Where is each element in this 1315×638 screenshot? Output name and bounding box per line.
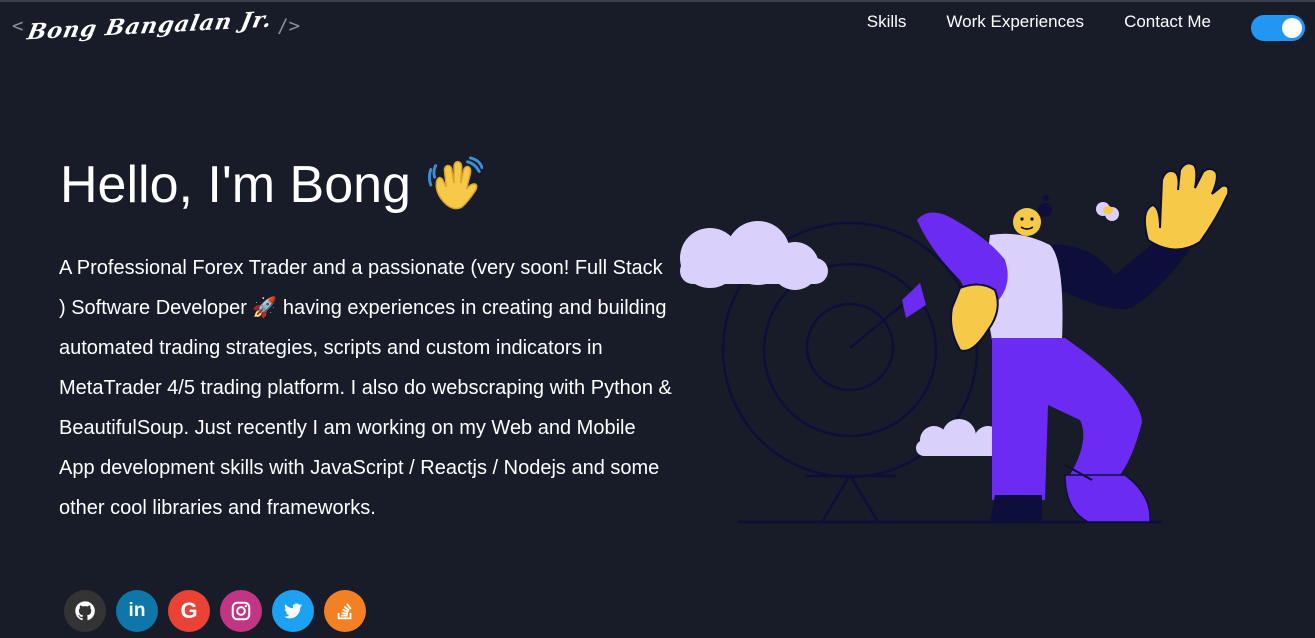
github-icon [75, 601, 95, 621]
dart-icon [849, 283, 926, 349]
twitter-icon [283, 603, 303, 619]
developer-illustration [680, 162, 1230, 524]
hero-bio: A Professional Forex Trader and a passio… [59, 257, 672, 519]
logo-signature: Bong Bangalan Jr. [25, 6, 276, 46]
social-links: in G [64, 590, 366, 632]
twitter-button[interactable] [272, 590, 314, 632]
linkedin-icon: in [128, 600, 146, 621]
logo-close-bracket: /> [277, 15, 301, 37]
theme-toggle[interactable] [1251, 15, 1305, 41]
instagram-icon [231, 601, 251, 621]
github-button[interactable] [64, 590, 106, 632]
site-header: < Bong Bangalan Jr. /> Skills Work Exper… [0, 0, 1315, 50]
nav-skills[interactable]: Skills [867, 12, 907, 32]
toggle-knob [1282, 18, 1302, 38]
waving-hand-icon [427, 156, 483, 210]
instagram-button[interactable] [220, 590, 262, 632]
logo-open-bracket: < [12, 15, 24, 37]
portfolio-page: < Bong Bangalan Jr. /> Skills Work Exper… [0, 0, 1315, 638]
character-figure [917, 162, 1230, 523]
logo-link[interactable]: < Bong Bangalan Jr. /> [12, 6, 301, 46]
nav-contact-me[interactable]: Contact Me [1124, 12, 1211, 32]
small-cloud-icon [916, 419, 1004, 456]
linkedin-button[interactable]: in [116, 590, 158, 632]
main-nav: Skills Work Experiences Contact Me [867, 12, 1211, 32]
stack-overflow-icon [337, 603, 352, 620]
google-button[interactable]: G [168, 590, 210, 632]
stack-overflow-button[interactable] [324, 590, 366, 632]
greeting-text: Hello, I'm Bong [60, 156, 411, 214]
google-icon: G [180, 598, 198, 623]
hero-greeting: Hello, I'm Bong [60, 155, 483, 215]
nav-work-experiences[interactable]: Work Experiences [946, 12, 1084, 32]
